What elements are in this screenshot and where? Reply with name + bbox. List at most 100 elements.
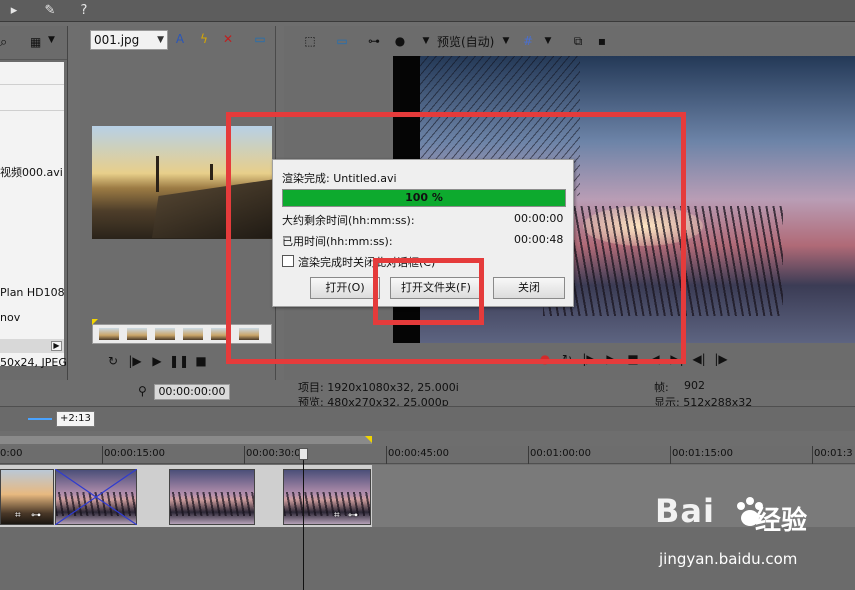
divider [0, 84, 64, 85]
ruler-label: 00:00:30:00 [246, 448, 308, 459]
ruler-tick [102, 446, 103, 464]
horizontal-scrollbar[interactable]: ▶ [0, 339, 64, 353]
text-icon[interactable]: A [172, 31, 188, 47]
explorer-toolbar: ⌕ ▦ ▼ [0, 26, 67, 60]
select-icon[interactable]: ⬚ [302, 33, 318, 49]
view-grid-icon[interactable]: ▦ [30, 35, 41, 49]
ruler-label: 00:01:15:00 [672, 448, 734, 459]
ruler-tick [244, 446, 245, 464]
timeline-clip[interactable]: ⌗ ⊶ [283, 469, 371, 525]
render-status: 渲染完成: Untitled.avi [282, 172, 397, 185]
chevron-down-icon[interactable]: ▼ [498, 33, 514, 49]
circle-icon[interactable]: ● [392, 33, 408, 49]
timeline-clip[interactable] [169, 469, 255, 525]
project-info: 项目: 1920x1080x32, 25.000i [298, 381, 459, 394]
list-item[interactable]: nov [0, 311, 20, 324]
explorer-panel: ⌕ ▦ ▼ 视频000.avi Plan HD108 nov ▶ 50x24, … [0, 26, 68, 380]
list-item[interactable]: Plan HD108 [0, 286, 65, 299]
frame-value: 902 [684, 379, 705, 392]
fx-icon[interactable]: ⊶ [348, 510, 358, 521]
fx-icon[interactable]: ⊶ [31, 510, 41, 521]
ruler-tick [670, 446, 671, 464]
top-toolbar: ▸ ✎ ? [0, 0, 855, 22]
scroll-right-icon[interactable]: ▶ [51, 341, 62, 351]
arrow-icon[interactable]: ▸ [6, 3, 22, 19]
split-icon[interactable]: ⊶ [366, 33, 382, 49]
divider [0, 110, 64, 111]
ruler-label: 00:00:45:00 [388, 448, 450, 459]
explorer-list[interactable]: 视频000.avi Plan HD108 nov [0, 62, 65, 366]
lamp-post [156, 156, 159, 192]
loop-end-marker[interactable] [365, 436, 372, 443]
progress-percent: 100 % [405, 191, 443, 204]
elapsed-time-value: 00:00:48 [514, 233, 564, 246]
crop-icon[interactable]: ⌗ [334, 510, 340, 521]
cursor-help-icon[interactable]: ? [76, 3, 92, 19]
arrow-icon [28, 418, 52, 420]
chevron-down-icon: ▼ [157, 35, 164, 45]
preview-mode-label[interactable]: 预览(自动) [437, 33, 494, 50]
close-on-complete-checkbox[interactable] [282, 255, 294, 267]
strip-frame [99, 328, 119, 340]
open-button[interactable]: 打开(O) [310, 277, 380, 299]
pause-icon[interactable]: ❚❚ [168, 354, 190, 368]
timeline-clip[interactable]: ⌗ ⊶ [0, 469, 54, 525]
ruler-label: 00:00:15:00 [104, 448, 166, 459]
elapsed-time-label: 已用时间(hh:mm:ss): [282, 235, 393, 248]
remaining-time-label: 大约剩余时间(hh:mm:ss): [282, 214, 415, 227]
trimmer-transport: ↻ |▶ ▶ ❚❚ ■ [102, 354, 212, 370]
trimmer-timecode: 00:00:00:00 [154, 384, 230, 400]
stop-icon[interactable]: ■ [190, 354, 212, 368]
play-from-start-icon[interactable]: |▶ [124, 354, 146, 368]
time-offset-badge: +2:13 [56, 411, 95, 427]
in-marker[interactable] [92, 319, 98, 325]
media-info: 50x24, JPEG [0, 356, 67, 369]
frame-label: 帧: [654, 381, 669, 394]
clip-reeds [170, 492, 254, 516]
ruler-tick [386, 446, 387, 464]
ruler-tick [812, 446, 813, 464]
monitor-icon[interactable]: ▭ [252, 31, 268, 47]
next-marker-icon[interactable]: |▶ [710, 352, 732, 366]
search-icon[interactable]: ⌕ [0, 35, 7, 50]
strip-frame [155, 328, 175, 340]
timeline-header: +2:13 [0, 406, 855, 431]
grid-icon[interactable]: # [520, 33, 536, 49]
close-icon[interactable]: ✕ [220, 31, 236, 47]
copy-icon[interactable]: ⧉ [570, 33, 586, 49]
strip-frame [183, 328, 203, 340]
file-dropdown-value: 001.jpg [94, 33, 140, 47]
list-item[interactable]: 视频000.avi [0, 164, 63, 180]
loop-icon[interactable]: ↻ [102, 354, 124, 368]
playhead-handle[interactable] [299, 448, 308, 460]
monitor-icon[interactable]: ▭ [334, 33, 350, 49]
file-dropdown[interactable]: 001.jpg ▼ [90, 30, 168, 50]
crop-icon[interactable]: ⌗ [15, 510, 21, 521]
ruler-label: 00:01:00:00 [530, 448, 592, 459]
ruler-tick [528, 446, 529, 464]
ruler-label: 00:01:3 [814, 448, 853, 459]
render-progress-bar: 100 % [282, 189, 566, 207]
lamp-post [210, 164, 213, 180]
close-button[interactable]: 关闭 [493, 277, 565, 299]
chevron-down-icon[interactable]: ▼ [540, 33, 556, 49]
lightning-icon[interactable]: ϟ [196, 31, 212, 47]
chevron-down-icon[interactable]: ▼ [48, 35, 55, 45]
baidu-jingyan-watermark: Bai 经验 jingyan.baidu.com [655, 492, 830, 574]
ruler-label: 0:00 [0, 448, 23, 459]
brush-icon[interactable]: ✎ [42, 3, 58, 19]
pin-icon[interactable]: ⚲ [138, 384, 147, 398]
annotation-box [373, 258, 484, 325]
prev-marker-icon[interactable]: ◀| [688, 352, 710, 366]
watermark-url: jingyan.baidu.com [659, 550, 798, 568]
strip-frame [127, 328, 147, 340]
loop-region-bar[interactable] [0, 436, 372, 444]
timeline-ruler[interactable]: 0:00 00:00:15:00 00:00:30:00 00:00:45:00… [0, 446, 855, 464]
watermark-logo: Bai [655, 492, 715, 530]
playhead[interactable] [299, 448, 308, 590]
save-icon[interactable]: ▪ [594, 33, 610, 49]
play-icon[interactable]: ▶ [146, 354, 168, 368]
crossfade-transition[interactable] [55, 469, 137, 525]
remaining-time-value: 00:00:00 [514, 212, 564, 225]
chevron-down-icon[interactable]: ▼ [418, 33, 434, 49]
